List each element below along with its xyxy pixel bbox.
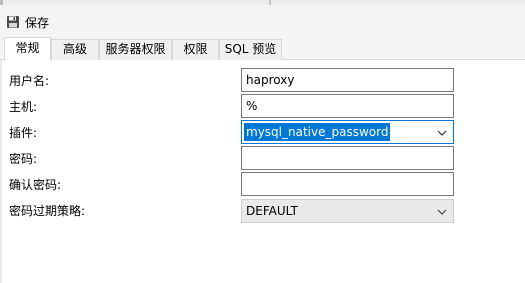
plugin-selected-value: mysql_native_password [244, 123, 391, 141]
password-expiry-label: 密码过期策略: [9, 204, 86, 218]
tab-advanced[interactable]: 高级 [51, 39, 99, 60]
username-label: 用户名: [9, 74, 50, 88]
tab-privileges[interactable]: 权限 [172, 39, 219, 60]
save-button[interactable]: 保存 [6, 12, 49, 32]
username-input[interactable]: haproxy [241, 68, 454, 92]
tab-sql-preview[interactable]: SQL 预览 [219, 39, 282, 60]
panel-left-edge [0, 60, 2, 283]
confirm-password-label: 确认密码: [9, 178, 62, 192]
chevron-down-icon [437, 127, 447, 137]
save-icon [6, 15, 20, 29]
host-input[interactable]: % [241, 94, 454, 118]
tab-server-privileges[interactable]: 服务器权限 [99, 39, 172, 60]
password-label: 密码: [9, 152, 38, 166]
plugin-label: 插件: [9, 126, 38, 140]
chevron-down-icon [437, 206, 447, 216]
toolbar: 保存 [0, 5, 525, 37]
tab-general[interactable]: 常规 [4, 37, 51, 61]
host-label: 主机: [9, 100, 38, 114]
confirm-password-input[interactable] [241, 172, 454, 196]
save-button-label: 保存 [25, 15, 50, 30]
password-expiry-selected-value: DEFAULT [246, 204, 298, 218]
tab-bar: 常规 高级 服务器权限 权限 SQL 预览 [0, 37, 525, 61]
password-expiry-select[interactable]: DEFAULT [241, 199, 454, 223]
plugin-select[interactable]: mysql_native_password [241, 120, 454, 144]
password-input[interactable] [241, 146, 454, 170]
